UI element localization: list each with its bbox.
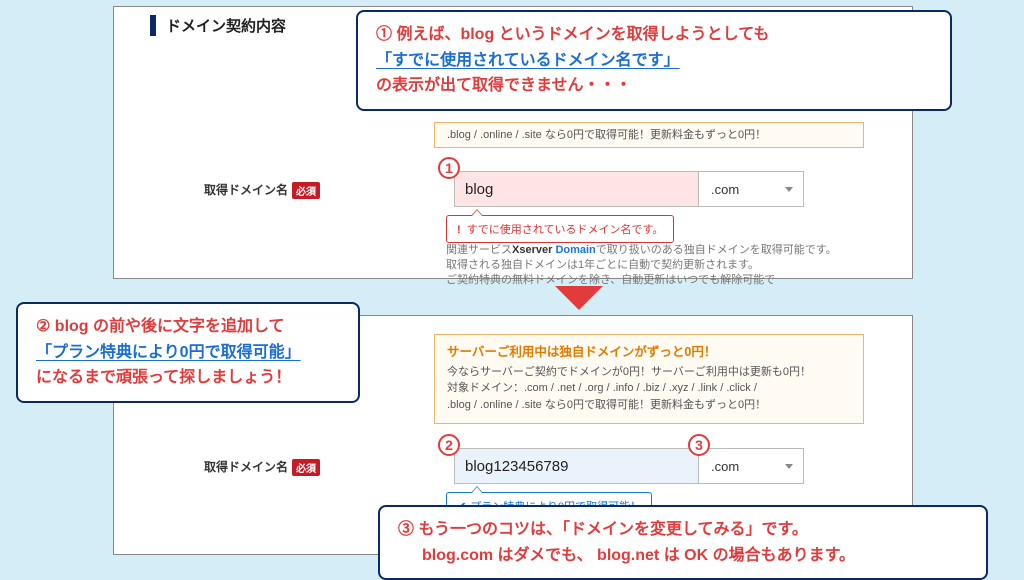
callout-1: ① 例えば、blog というドメインを取得しようとしても 「すでに使用されている… — [356, 10, 952, 111]
callout1-line3: の表示が出て取得できません・・・ — [376, 73, 932, 99]
domain-label-2: 取得ドメイン名必須 — [204, 458, 320, 476]
promo-line3b: .blog / .online / .site なら0円で取得可能！更新料金もず… — [447, 397, 851, 414]
callout2-line3: になるまで頑張って探しましょう！ — [36, 365, 340, 391]
callout1-line1: ① 例えば、blog というドメインを取得しようとしても — [376, 22, 932, 48]
domain-input-1[interactable]: blog — [454, 171, 699, 207]
tld-select-2[interactable]: .com — [699, 448, 804, 484]
marker-3: 3 — [688, 434, 710, 456]
required-badge: 必須 — [292, 182, 320, 199]
tld-select-1[interactable]: .com — [699, 171, 804, 207]
section-title: ドメイン契約内容 — [150, 15, 286, 36]
promo-line1: 今ならサーバーご契約でドメインが0円！サーバーご利用中は更新も0円！ — [447, 364, 851, 381]
promo-line2: 対象ドメイン：.com / .net / .org / .info / .biz… — [447, 380, 851, 397]
marker-1: 1 — [438, 157, 460, 179]
error-bubble: すでに使用されているドメイン名です。 — [446, 215, 674, 243]
help-text-1c: ご契約特典の無料ドメインを除き、自動更新はいつでも解除可能で — [446, 272, 775, 289]
promo-title: サーバーご利用中は独自ドメインがずっと0円！ — [447, 343, 851, 362]
callout-3: ③ もう一つのコツは、「ドメインを変更してみる」です。 blog.com はダメ… — [378, 505, 988, 580]
promo-line3: .blog / .online / .site なら0円で取得可能！更新料金もず… — [447, 127, 851, 144]
warning-icon — [457, 224, 467, 236]
callout1-line2: 「すでに使用されているドメイン名です」 — [376, 48, 932, 74]
marker-2: 2 — [438, 434, 460, 456]
callout2-line1: ② blog の前や後に文字を追加して — [36, 314, 340, 340]
promo-box-clipped: .blog / .online / .site なら0円で取得可能！更新料金もず… — [434, 122, 864, 148]
domain-input-2[interactable]: blog123456789 — [454, 448, 699, 484]
required-badge-2: 必須 — [292, 459, 320, 476]
callout-2: ② blog の前や後に文字を追加して 「プラン特典により0円で取得可能」 にな… — [16, 302, 360, 403]
domain-label: 取得ドメイン名必須 — [204, 181, 320, 199]
down-arrow-icon — [555, 286, 603, 310]
callout3-line2: blog.com はダメでも、 blog.net は OK の場合もあります。 — [398, 543, 968, 569]
promo-box: サーバーご利用中は独自ドメインがずっと0円！ 今ならサーバーご契約でドメインが0… — [434, 334, 864, 424]
callout3-line1: ③ もう一つのコツは、「ドメインを変更してみる」です。 — [398, 517, 968, 543]
callout2-line2: 「プラン特典により0円で取得可能」 — [36, 340, 340, 366]
